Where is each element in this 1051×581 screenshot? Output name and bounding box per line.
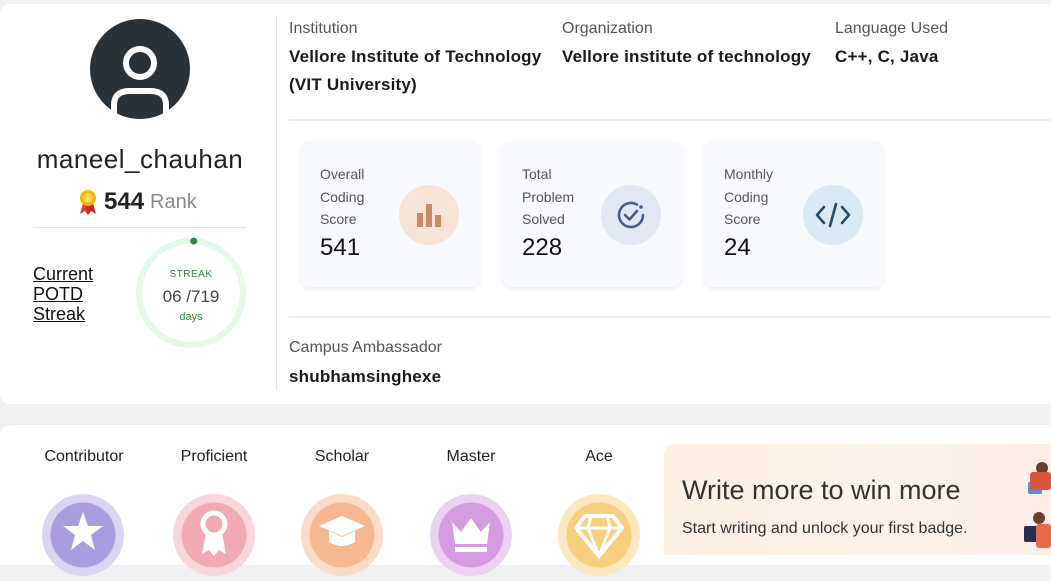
institution-label: Institution	[289, 20, 358, 37]
rank-value: 544	[104, 188, 145, 215]
potd-streak-link[interactable]: Current POTD Streak	[33, 264, 105, 324]
medal-icon	[80, 190, 96, 215]
stat-value: 541	[320, 234, 361, 261]
stat-label: Overall Coding Score	[320, 166, 365, 227]
badge-label-contributor: Contributor	[44, 448, 124, 465]
user-icon	[111, 46, 169, 119]
streak-title: STREAK	[169, 269, 213, 280]
avatar[interactable]	[90, 19, 190, 119]
potd-streak-label: Current POTD Streak	[33, 264, 94, 324]
streak-unit: days	[179, 311, 203, 323]
stat-card-monthly-score: Monthly Coding Score 24	[704, 141, 884, 287]
star-icon[interactable]	[42, 494, 124, 576]
campus-ambassador-value: shubhamsinghexe	[289, 367, 442, 386]
username: maneel_chauhan	[36, 144, 244, 174]
divider	[289, 119, 1051, 121]
promo-title: Write more to win more	[682, 475, 961, 505]
badge-label-scholar: Scholar	[314, 448, 370, 465]
streak-progress-dot	[190, 237, 198, 245]
language-label: Language Used	[835, 20, 948, 37]
check-circle-icon	[601, 185, 661, 245]
language-value: C++, C, Java	[835, 47, 939, 66]
bar-chart-icon	[399, 185, 459, 245]
stat-label: Monthly Coding Score	[724, 166, 774, 227]
rank-row: 544 Rank	[78, 187, 197, 217]
diamond-icon[interactable]	[558, 494, 640, 576]
stat-value: 24	[724, 234, 751, 261]
streak-value: 06 /719	[162, 287, 220, 306]
promo-subtitle: Start writing and unlock your first badg…	[682, 520, 968, 537]
badge-label-proficient: Proficient	[180, 448, 248, 465]
code-icon	[803, 185, 863, 245]
divider-vertical	[276, 16, 277, 390]
award-ribbon-icon[interactable]	[173, 494, 255, 576]
organization-label: Organization	[562, 20, 653, 37]
stat-value: 228	[522, 234, 563, 261]
graduation-cap-icon[interactable]	[301, 494, 383, 576]
badge-label-ace: Ace	[585, 448, 613, 465]
institution-value: Vellore Institute of Technology (VIT Uni…	[289, 47, 542, 94]
crown-icon[interactable]	[430, 494, 512, 576]
stat-card-overall-score: Overall Coding Score 541	[300, 141, 480, 287]
badge-label-master: Master	[446, 448, 496, 465]
rank-label: Rank	[150, 190, 197, 213]
divider	[289, 316, 1051, 318]
campus-ambassador-label: Campus Ambassador	[289, 339, 442, 356]
organization-value: Vellore institute of technology	[562, 47, 811, 66]
stat-card-problems-solved: Total Problem Solved 228	[502, 141, 682, 287]
people-reading-illustration	[1024, 462, 1051, 548]
stat-label: Total Problem Solved	[522, 166, 575, 227]
divider	[33, 227, 246, 228]
